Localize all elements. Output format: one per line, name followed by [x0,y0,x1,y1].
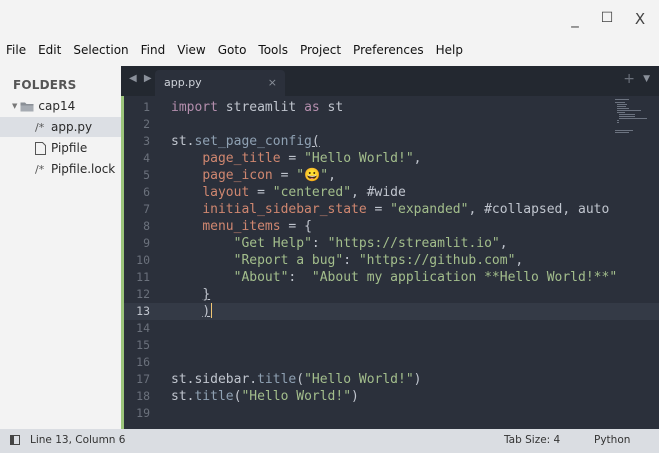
folders-header: FOLDERS [13,78,77,92]
sidebar-file-app-py[interactable]: /* app.py [0,117,121,137]
sidebar-file-pipfile[interactable]: Pipfile [0,138,121,158]
tab-size[interactable]: Tab Size: 4 [504,434,560,446]
menu-goto[interactable]: Goto [212,43,253,57]
maximize-button[interactable]: ☐ [598,10,616,26]
code-line-5: page_icon = "😀", [202,168,336,183]
code-line-7: initial_sidebar_state = "expanded", #col… [202,202,610,217]
file-name: app.py [51,120,93,134]
code-line-8: menu_items = { [202,219,312,234]
text-caret [211,303,213,318]
menu-edit[interactable]: Edit [32,43,67,57]
line-number: 6 [143,185,150,199]
tab-bar: ◀ ▶ app.py × + ▼ [121,66,659,96]
line-number: 9 [143,236,150,250]
line-number: 2 [143,117,150,131]
tab-app-py[interactable]: app.py × [155,70,285,96]
line-number: 15 [136,338,150,352]
code-text[interactable]: import streamlit as st st.set_page_confi… [171,99,617,422]
menu-selection[interactable]: Selection [67,43,134,57]
line-number: 7 [143,202,150,216]
line-number: 1 [143,100,150,114]
sidebar: FOLDERS ▼ cap14 /* app.py Pipfile /* Pip… [0,66,121,429]
line-number: 4 [143,151,150,165]
status-bar: Line 13, Column 6 Tab Size: 4 Python [0,429,659,453]
tab-nav-arrows-icon[interactable]: ◀ ▶ [129,73,154,84]
line-number: 16 [136,355,150,369]
menu-project[interactable]: Project [294,43,347,57]
code-line-3: st.set_page_config( [171,134,320,149]
code-line-1: import streamlit as st [171,100,344,115]
folder-cap14[interactable]: ▼ cap14 [0,96,121,116]
folder-icon [20,102,34,111]
comment-file-icon: /* [35,120,45,134]
code-line-18: st.title("Hello World!") [171,389,359,404]
menu-preferences[interactable]: Preferences [347,43,430,57]
line-number: 17 [136,372,150,386]
tab-close-icon[interactable]: × [268,76,277,89]
minimap[interactable] [615,99,651,139]
minimize-button[interactable]: _ [566,10,584,28]
file-name: Pipfile.lock [51,162,116,176]
menu-view[interactable]: View [171,43,211,57]
code-editor[interactable]: 1 2 3 4 5 6 7 8 9 10 11 12 13 14 15 16 1… [121,96,659,429]
menu-tools[interactable]: Tools [252,43,294,57]
panel-toggle-icon[interactable] [10,435,20,445]
title-bar: _ ☐ X [0,0,659,38]
line-number: 19 [136,406,150,420]
code-line-6: layout = "centered", #wide [202,185,406,200]
expand-arrow-icon[interactable]: ▼ [12,102,17,110]
code-line-13: ) [202,303,213,319]
close-button[interactable]: X [631,10,649,28]
code-line-9: "Get Help": "https://streamlit.io", [233,236,508,251]
line-number: 18 [136,389,150,403]
file-name: Pipfile [51,141,88,155]
line-number: 8 [143,219,150,233]
menu-help[interactable]: Help [430,43,469,57]
menu-find[interactable]: Find [135,43,172,57]
line-number: 3 [143,134,150,148]
code-line-10: "Report a bug": "https://github.com", [233,253,524,268]
code-line-4: page_title = "Hello World!", [202,151,422,166]
cursor-position[interactable]: Line 13, Column 6 [30,434,125,446]
menu-file[interactable]: File [0,43,32,57]
line-number: 14 [136,321,150,335]
code-line-11: "About": "About my application **Hello W… [233,270,618,285]
line-number: 11 [136,270,150,284]
new-tab-plus-icon[interactable]: + [623,71,635,87]
line-number: 12 [136,287,150,301]
comment-file-icon: /* [35,162,45,176]
line-number: 10 [136,253,150,267]
code-line-12: } [202,287,211,302]
line-number-current: 13 [136,304,150,318]
code-line-17: st.sidebar.title("Hello World!") [171,372,422,387]
menu-bar: File Edit Selection Find View Goto Tools… [0,38,659,62]
sidebar-file-pipfile-lock[interactable]: /* Pipfile.lock [0,159,121,179]
line-number: 5 [143,168,150,182]
tab-menu-chevron-icon[interactable]: ▼ [643,74,650,84]
file-icon [35,141,46,155]
syntax-mode[interactable]: Python [594,434,630,446]
tab-label: app.py [164,76,202,89]
folder-name: cap14 [38,99,76,113]
